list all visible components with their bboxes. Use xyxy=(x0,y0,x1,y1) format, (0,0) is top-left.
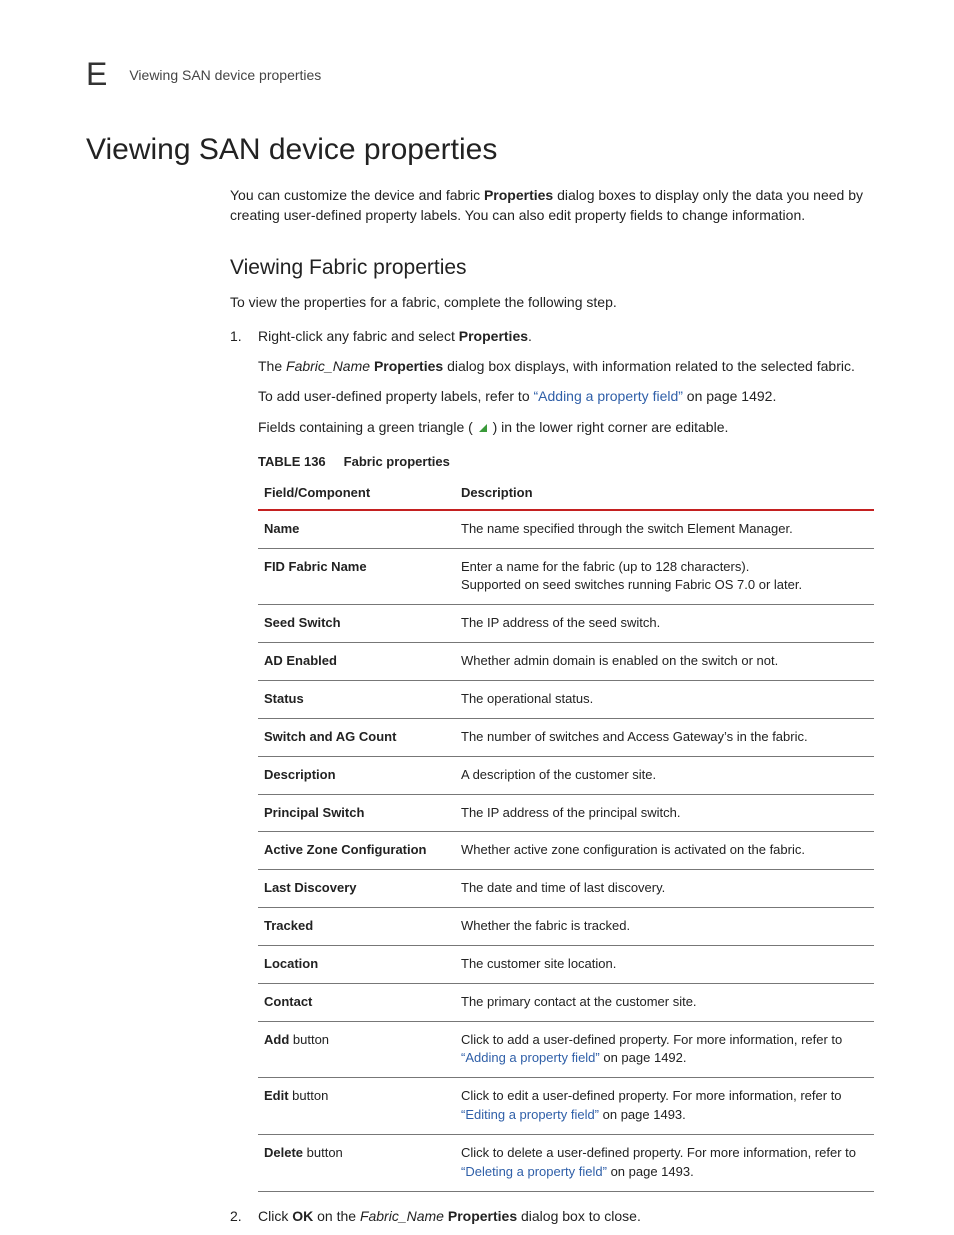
table-number: TABLE 136 xyxy=(258,454,326,469)
table-row: Add buttonClick to add a user-defined pr… xyxy=(258,1021,874,1078)
description-cell: Click to edit a user-defined property. F… xyxy=(455,1078,874,1135)
field-cell: Principal Switch xyxy=(258,794,455,832)
text-bold: Properties xyxy=(484,187,553,203)
procedure-list: Right-click any fabric and select Proper… xyxy=(230,326,874,1226)
xref-link[interactable]: “Editing a property field” xyxy=(461,1107,599,1122)
text: dialog box to close. xyxy=(517,1208,641,1224)
text: ) in the lower right corner are editable… xyxy=(493,419,729,435)
xref-link[interactable]: “Adding a property field” xyxy=(461,1050,600,1065)
table-row: Seed SwitchThe IP address of the seed sw… xyxy=(258,605,874,643)
description-cell: Click to delete a user-defined property.… xyxy=(455,1134,874,1191)
table-row: Switch and AG CountThe number of switche… xyxy=(258,718,874,756)
table-row: AD EnabledWhether admin domain is enable… xyxy=(258,643,874,681)
step-subparagraph: To add user-defined property labels, ref… xyxy=(258,386,874,406)
text-bold: Properties xyxy=(448,1208,517,1224)
section-heading: Viewing Fabric properties xyxy=(230,256,874,280)
description-cell: A description of the customer site. xyxy=(455,756,874,794)
col-field: Field/Component xyxy=(258,476,455,510)
text-italic: Fabric_Name xyxy=(286,358,370,374)
field-cell: Add button xyxy=(258,1021,455,1078)
table-row: Principal SwitchThe IP address of the pr… xyxy=(258,794,874,832)
table-row: ContactThe primary contact at the custom… xyxy=(258,983,874,1021)
field-cell: Last Discovery xyxy=(258,870,455,908)
table-row: NameThe name specified through the switc… xyxy=(258,510,874,548)
description-cell: The date and time of last discovery. xyxy=(455,870,874,908)
description-cell: Whether active zone configuration is act… xyxy=(455,832,874,870)
field-cell: Contact xyxy=(258,983,455,1021)
description-cell: The operational status. xyxy=(455,680,874,718)
running-header: E Viewing SAN device properties xyxy=(86,56,874,93)
table-row: Active Zone ConfigurationWhether active … xyxy=(258,832,874,870)
fabric-properties-table: Field/Component Description NameThe name… xyxy=(258,476,874,1192)
field-cell: Description xyxy=(258,756,455,794)
xref-link[interactable]: “Deleting a property field” xyxy=(461,1164,607,1179)
table-header-row: Field/Component Description xyxy=(258,476,874,510)
table-row: Delete buttonClick to delete a user-defi… xyxy=(258,1134,874,1191)
text: To add user-defined property labels, ref… xyxy=(258,388,534,404)
table-row: TrackedWhether the fabric is tracked. xyxy=(258,908,874,946)
table-caption: TABLE 136 Fabric properties xyxy=(258,453,874,472)
description-cell: The IP address of the seed switch. xyxy=(455,605,874,643)
editable-triangle-icon xyxy=(479,424,487,432)
step-1: Right-click any fabric and select Proper… xyxy=(230,326,874,1192)
col-description: Description xyxy=(455,476,874,510)
xref-link[interactable]: “Adding a property field” xyxy=(534,388,683,404)
table-row: StatusThe operational status. xyxy=(258,680,874,718)
field-cell: Tracked xyxy=(258,908,455,946)
description-cell: The customer site location. xyxy=(455,945,874,983)
chapter-letter: E xyxy=(86,56,107,93)
field-cell: AD Enabled xyxy=(258,643,455,681)
text: Right-click any fabric and select xyxy=(258,328,459,344)
description-cell: Whether the fabric is tracked. xyxy=(455,908,874,946)
field-cell: Active Zone Configuration xyxy=(258,832,455,870)
table-row: FID Fabric NameEnter a name for the fabr… xyxy=(258,548,874,605)
running-title: Viewing SAN device properties xyxy=(129,67,321,83)
page-title: Viewing SAN device properties xyxy=(86,133,874,167)
description-cell: Whether admin domain is enabled on the s… xyxy=(455,643,874,681)
text-bold: Properties xyxy=(374,358,443,374)
text: You can customize the device and fabric xyxy=(230,187,484,203)
description-cell: The number of switches and Access Gatewa… xyxy=(455,718,874,756)
text: dialog box displays, with information re… xyxy=(443,358,855,374)
table-title: Fabric properties xyxy=(344,454,450,469)
field-cell: Seed Switch xyxy=(258,605,455,643)
text-bold: Properties xyxy=(459,328,528,344)
description-cell: The name specified through the switch El… xyxy=(455,510,874,548)
step-subparagraph: The Fabric_Name Properties dialog box di… xyxy=(258,356,874,376)
field-cell: Edit button xyxy=(258,1078,455,1135)
field-cell: Name xyxy=(258,510,455,548)
text-italic: Fabric_Name xyxy=(360,1208,444,1224)
text: The xyxy=(258,358,286,374)
text: on the xyxy=(313,1208,360,1224)
field-cell: Location xyxy=(258,945,455,983)
step-2: Click OK on the Fabric_Name Properties d… xyxy=(230,1206,874,1226)
step-subparagraph: Fields containing a green triangle ( ) i… xyxy=(258,417,874,437)
text: Fields containing a green triangle ( xyxy=(258,419,473,435)
description-cell: The IP address of the principal switch. xyxy=(455,794,874,832)
field-cell: FID Fabric Name xyxy=(258,548,455,605)
table-row: Last DiscoveryThe date and time of last … xyxy=(258,870,874,908)
field-cell: Status xyxy=(258,680,455,718)
text-bold: OK xyxy=(292,1208,313,1224)
table-row: LocationThe customer site location. xyxy=(258,945,874,983)
description-cell: The primary contact at the customer site… xyxy=(455,983,874,1021)
intro-paragraph: You can customize the device and fabric … xyxy=(230,185,874,226)
text: on page 1492. xyxy=(683,388,776,404)
table-row: Edit buttonClick to edit a user-defined … xyxy=(258,1078,874,1135)
field-cell: Switch and AG Count xyxy=(258,718,455,756)
description-cell: Enter a name for the fabric (up to 128 c… xyxy=(455,548,874,605)
lead-paragraph: To view the properties for a fabric, com… xyxy=(230,292,874,312)
text: . xyxy=(528,328,532,344)
description-cell: Click to add a user-defined property. Fo… xyxy=(455,1021,874,1078)
field-cell: Delete button xyxy=(258,1134,455,1191)
table-row: DescriptionA description of the customer… xyxy=(258,756,874,794)
text: Click xyxy=(258,1208,292,1224)
